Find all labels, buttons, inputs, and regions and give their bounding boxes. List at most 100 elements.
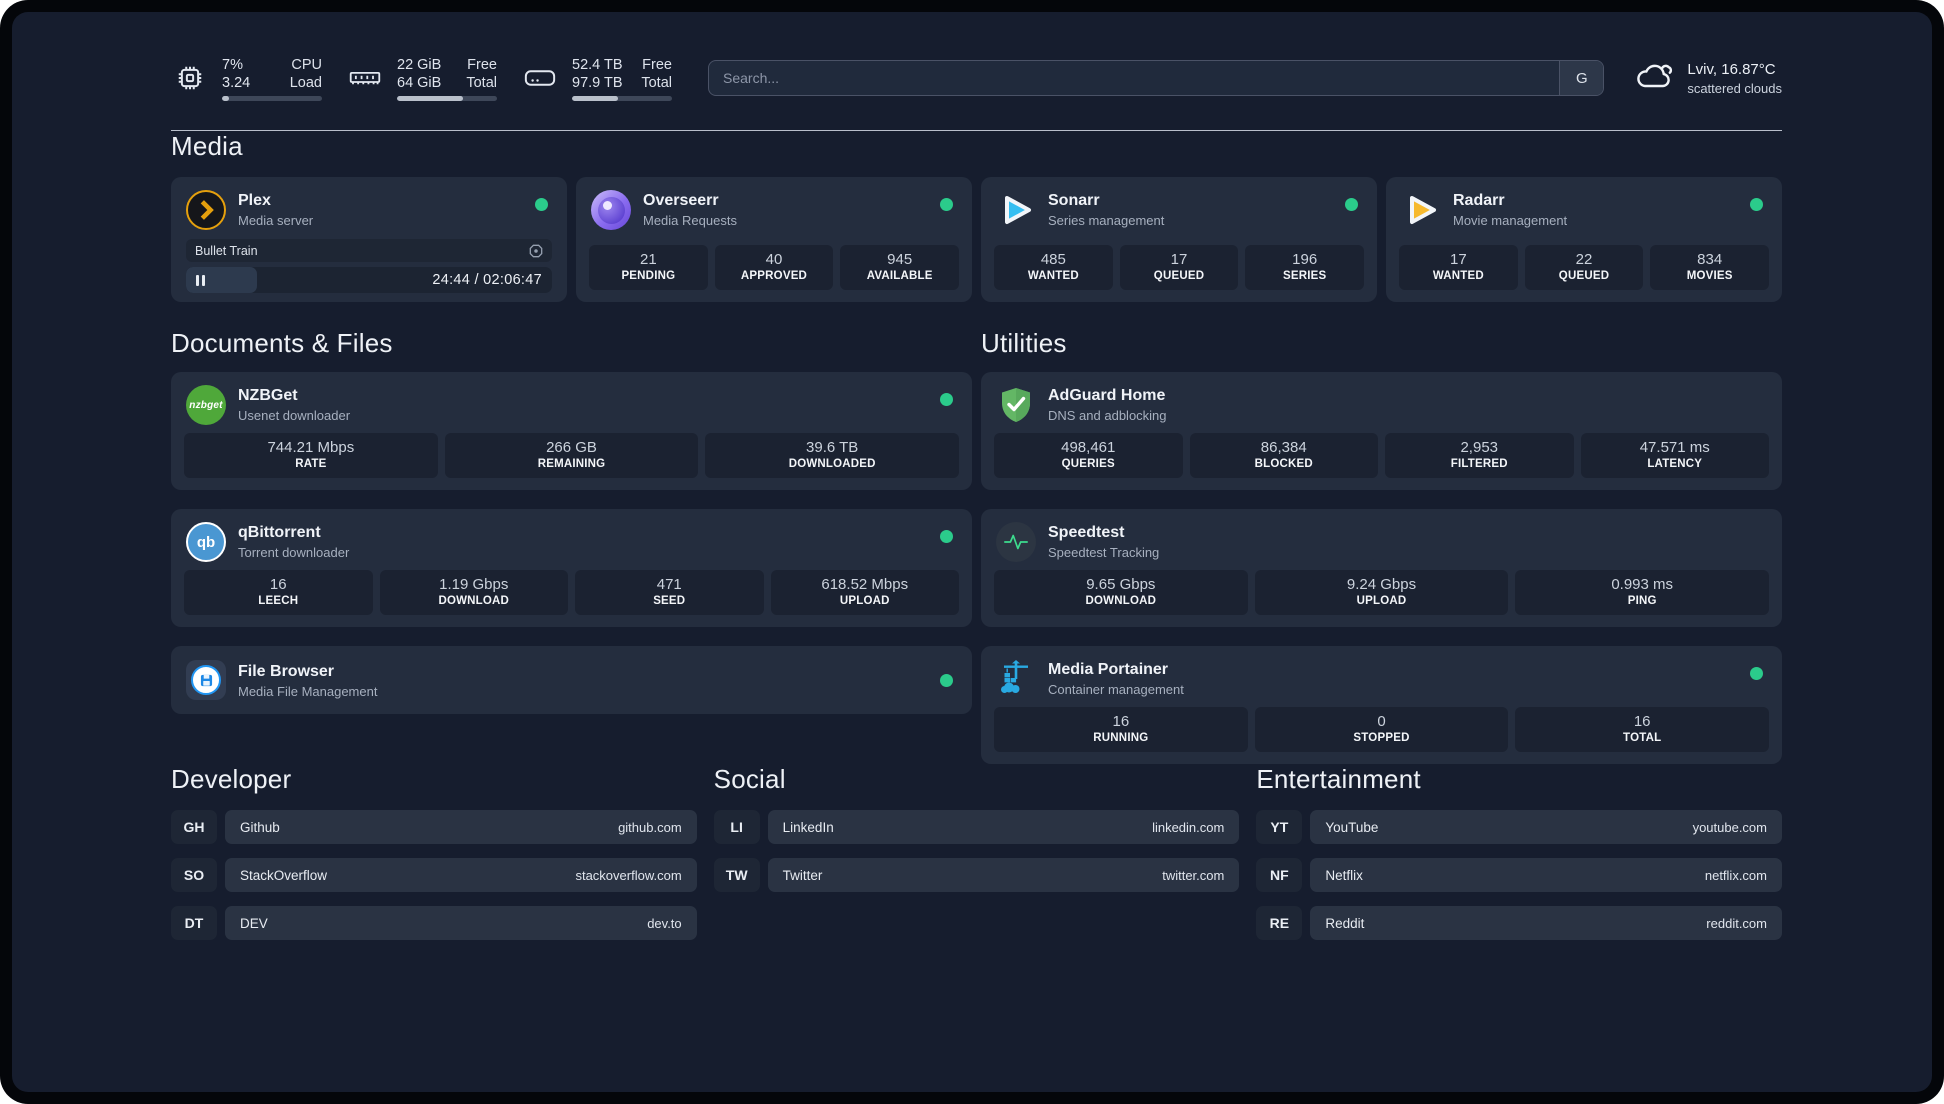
stats-row: 17 WANTED 22 QUEUED 834 MOVIES	[1399, 245, 1770, 290]
cpu-icon	[171, 59, 209, 97]
cloud-icon	[1634, 60, 1674, 97]
app-name: Speedtest	[1048, 524, 1125, 541]
app-desc: Torrent downloader	[238, 545, 350, 560]
disk-icon	[521, 59, 559, 97]
app-name: AdGuard Home	[1048, 387, 1166, 404]
header-divider	[171, 130, 1782, 131]
status-dot	[940, 673, 953, 687]
card-portainer[interactable]: Media Portainer Container management 16 …	[981, 646, 1782, 764]
playback-time: 24:44 / 02:06:47	[432, 272, 542, 288]
status-dot	[940, 393, 953, 406]
card-plex[interactable]: Plex Media server Bullet Train 24:44 / 0…	[171, 177, 567, 302]
session-view-icon[interactable]	[529, 244, 543, 258]
link-github[interactable]: GH Github github.com	[171, 810, 697, 844]
stat-tile: 498,461 QUERIES	[994, 433, 1183, 478]
stats-row: 21 PENDING 40 APPROVED 945 AVAILABLE	[589, 245, 960, 290]
stats-row: 16 LEECH 1.19 Gbps DOWNLOAD 471 SEED 618…	[184, 570, 959, 615]
ram-stat-widget: 22 GiB 64 GiB Free Total	[346, 56, 497, 101]
stat-tile: 0.993 ms PING	[1515, 570, 1770, 615]
speedtest-icon	[996, 522, 1036, 562]
ram-labels: Free Total	[466, 56, 497, 91]
reddit-icon: RE	[1256, 906, 1303, 940]
app-desc: Series management	[1048, 213, 1165, 228]
app-name: Plex	[238, 192, 271, 209]
search-input[interactable]	[708, 60, 1605, 96]
cpu-stat-widget: 7% 3.24 CPU Load	[171, 56, 322, 101]
section-title-social: Social	[713, 764, 786, 794]
stat-tile: 1.19 Gbps DOWNLOAD	[379, 570, 568, 615]
link-netflix[interactable]: NF Netflix netflix.com	[1256, 858, 1782, 892]
dashboard-page: 7% 3.24 CPU Load 22 GiB 64 GiB Free Tota…	[12, 12, 1932, 1092]
cpu-labels: CPU Load	[289, 56, 322, 91]
radarr-icon	[1401, 190, 1441, 230]
stat-tile: 9.24 Gbps UPLOAD	[1254, 570, 1509, 615]
stat-tile: 0 STOPPED	[1254, 707, 1509, 752]
link-twitter[interactable]: TW Twitter twitter.com	[713, 858, 1240, 892]
pause-icon[interactable]	[196, 274, 205, 286]
dev-icon: DT	[171, 906, 217, 940]
stat-tile: 86,384 BLOCKED	[1189, 433, 1378, 478]
app-desc: Media server	[238, 213, 314, 228]
youtube-icon: YT	[1256, 810, 1303, 844]
card-overseerr[interactable]: Overseerr Media Requests 21 PENDING 40 A…	[576, 177, 972, 302]
link-linkedin[interactable]: LI LinkedIn linkedin.com	[713, 810, 1240, 844]
link-stackoverflow[interactable]: SO StackOverflow stackoverflow.com	[171, 858, 697, 892]
plex-icon	[186, 190, 226, 230]
card-radarr[interactable]: Radarr Movie management 17 WANTED 22 QUE…	[1386, 177, 1782, 302]
status-dot	[535, 198, 548, 211]
documents-column: Documents & Files nzbget NZBGet Usenet d…	[171, 328, 972, 764]
link-youtube[interactable]: YT YouTube youtube.com	[1256, 810, 1782, 844]
social-section: Social LI LinkedIn linkedin.com TW Twitt…	[713, 764, 1240, 940]
stat-tile: 17 WANTED	[1399, 245, 1518, 290]
card-speedtest[interactable]: Speedtest Speedtest Tracking 9.65 Gbps D…	[981, 509, 1782, 627]
stats-row: 485 WANTED 17 QUEUED 196 SERIES	[994, 245, 1365, 290]
media-grid: Plex Media server Bullet Train 24:44 / 0…	[171, 177, 1782, 302]
cpu-values: 7% 3.24	[222, 56, 251, 91]
ram-icon	[346, 59, 384, 97]
topbar: 7% 3.24 CPU Load 22 GiB 64 GiB Free Tota…	[171, 56, 1782, 101]
app-desc: Media Requests	[643, 213, 737, 228]
overseerr-icon	[591, 190, 631, 230]
card-sonarr[interactable]: Sonarr Series management 485 WANTED 17 Q…	[981, 177, 1377, 302]
status-dot	[1345, 198, 1358, 211]
search-engine-button[interactable]: G	[1559, 61, 1604, 95]
disk-values: 52.4 TB 97.9 TB	[572, 56, 623, 91]
stat-tile: 22 QUEUED	[1524, 245, 1644, 290]
card-nzbget[interactable]: nzbget NZBGet Usenet downloader 744.21 M…	[171, 372, 972, 490]
stat-tile: 945 AVAILABLE	[840, 245, 960, 290]
app-desc: Usenet downloader	[238, 408, 351, 423]
stat-tile: 834 MOVIES	[1650, 245, 1770, 290]
developer-section: Developer GH Github github.com SO StackO…	[171, 764, 697, 940]
nzbget-icon: nzbget	[186, 385, 226, 425]
stats-row: 498,461 QUERIES 86,384 BLOCKED 2,953 FIL…	[994, 433, 1769, 478]
section-title-media: Media	[171, 131, 243, 161]
status-dot	[940, 530, 953, 543]
weather-condition: scattered clouds	[1687, 80, 1782, 96]
link-dev[interactable]: DT DEV dev.to	[171, 906, 697, 940]
entertainment-section: Entertainment YT YouTube youtube.com NF …	[1256, 764, 1782, 940]
app-desc: Media File Management	[238, 683, 378, 699]
card-adguard[interactable]: AdGuard Home DNS and adblocking 498,461 …	[981, 372, 1782, 490]
portainer-icon	[996, 659, 1036, 699]
weather-widget: Lviv, 16.87°C scattered clouds	[1634, 60, 1782, 97]
stat-tile: 485 WANTED	[994, 245, 1113, 290]
stats-row: 9.65 Gbps DOWNLOAD 9.24 Gbps UPLOAD 0.99…	[994, 570, 1770, 615]
playback-progressbar: 24:44 / 02:06:47	[186, 267, 552, 293]
disk-progressbar	[572, 95, 672, 101]
status-dot	[1750, 667, 1763, 680]
stat-tile: 471 SEED	[575, 570, 764, 615]
card-filebrowser[interactable]: File Browser Media File Management	[171, 646, 972, 714]
ram-progressbar	[397, 95, 497, 101]
app-name: qBittorrent	[238, 524, 321, 541]
netflix-icon: NF	[1256, 858, 1303, 892]
github-icon: GH	[171, 810, 217, 844]
link-reddit[interactable]: RE Reddit reddit.com	[1256, 906, 1782, 940]
twitter-icon: TW	[713, 858, 760, 892]
stat-tile: 618.52 Mbps UPLOAD	[770, 570, 959, 615]
section-title-developer: Developer	[171, 764, 292, 794]
stat-tile: 2,953 FILTERED	[1385, 433, 1574, 478]
section-title-utilities: Utilities	[981, 328, 1067, 358]
stat-tile: 16 LEECH	[184, 570, 373, 615]
card-qbittorrent[interactable]: qb qBittorrent Torrent downloader 16 LEE…	[171, 509, 972, 627]
stats-row: 744.21 Mbps RATE 266 GB REMAINING 39.6 T…	[184, 433, 960, 478]
